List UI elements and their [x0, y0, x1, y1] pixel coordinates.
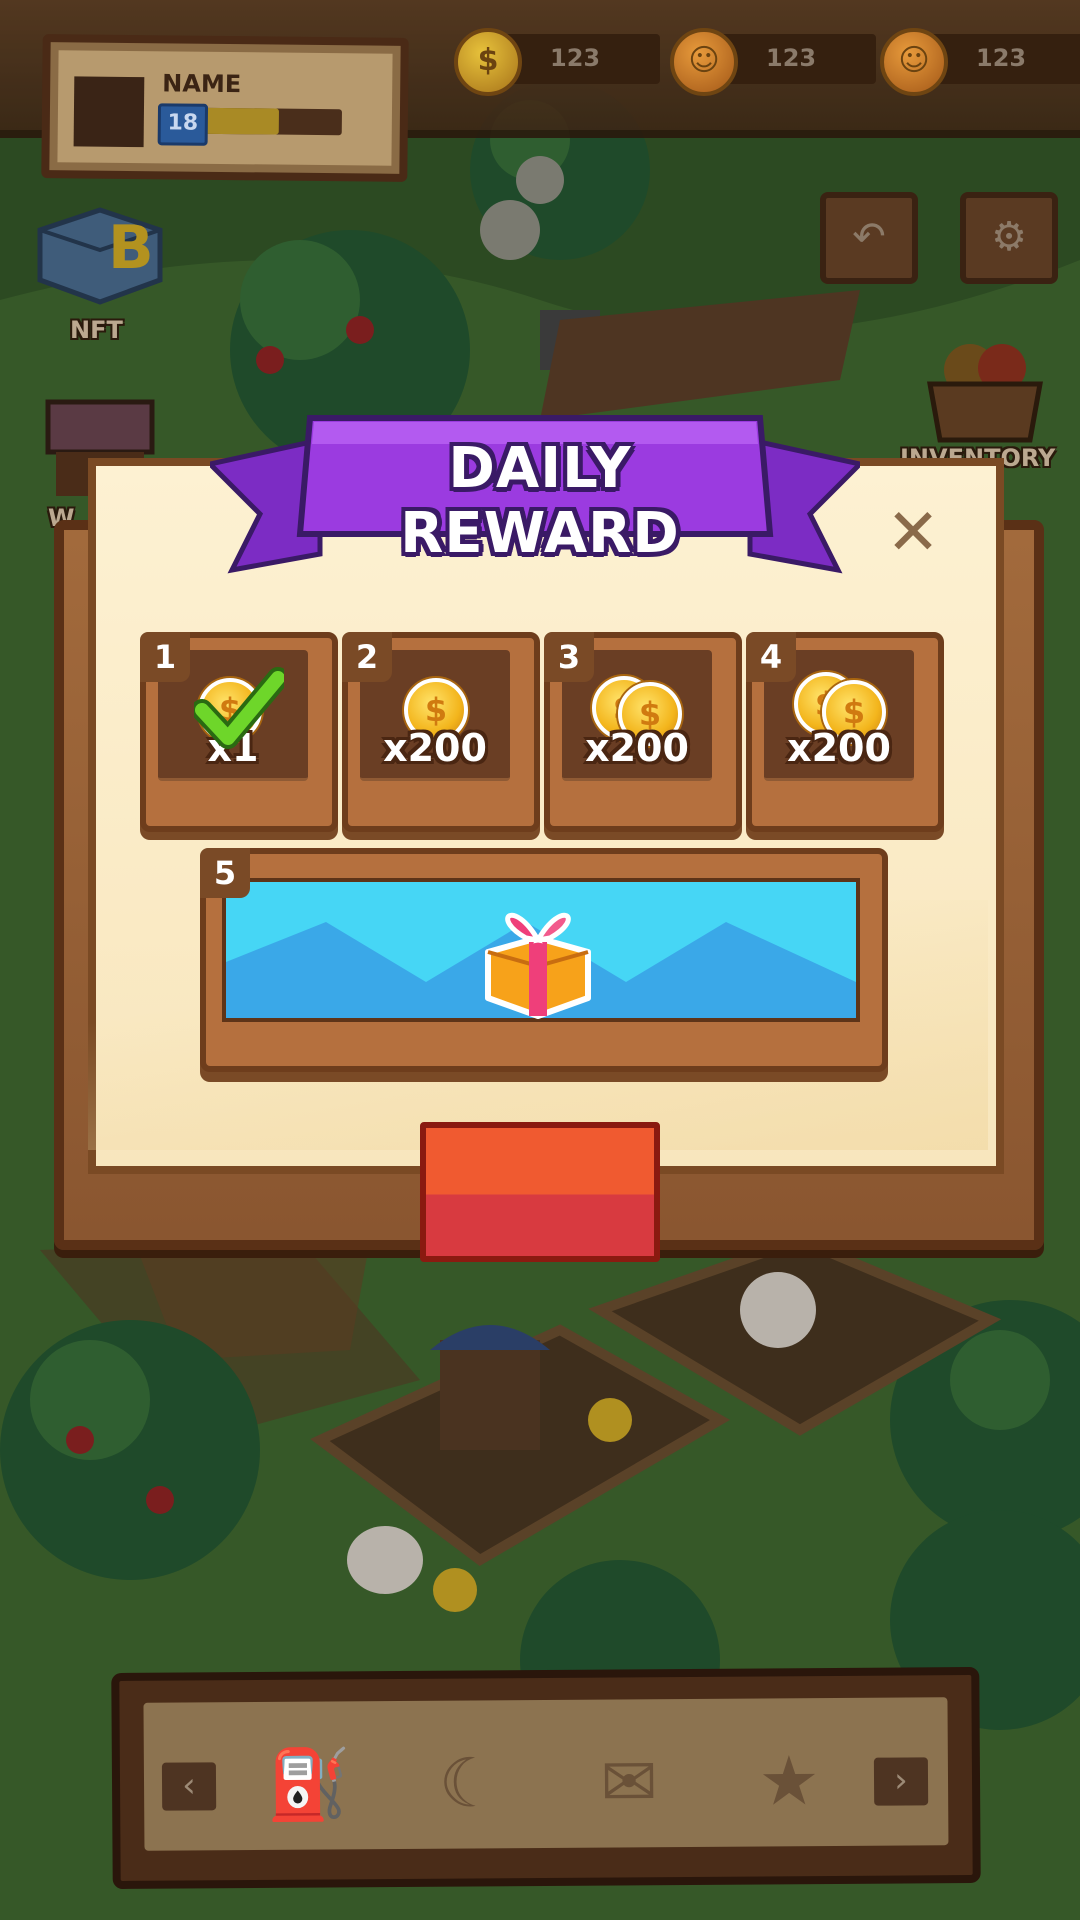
- day-number: 3: [544, 632, 594, 682]
- day-card-5[interactable]: 5: [200, 848, 888, 1072]
- day-card-2[interactable]: $ x200 2: [342, 632, 540, 832]
- day-card-1[interactable]: $ x1 1: [140, 632, 338, 832]
- close-button[interactable]: ✕: [880, 500, 946, 566]
- day-number: 2: [342, 632, 392, 682]
- day-number: 1: [140, 632, 190, 682]
- day-card-4[interactable]: $ $ x200 4: [746, 632, 944, 832]
- day-card-3[interactable]: $ $ x200 3: [544, 632, 742, 832]
- reward-amount: x200: [383, 726, 487, 770]
- day-number: 4: [746, 632, 796, 682]
- reward-amount: x200: [585, 726, 689, 770]
- claim-button[interactable]: [420, 1122, 660, 1262]
- checkmark-icon: [194, 667, 284, 749]
- day-number: 5: [200, 848, 250, 898]
- dialog-title: DAILY REWARD: [400, 436, 680, 566]
- close-icon: ✕: [886, 496, 940, 570]
- reward-amount: x200: [787, 726, 891, 770]
- gift-box-icon: [485, 912, 591, 1019]
